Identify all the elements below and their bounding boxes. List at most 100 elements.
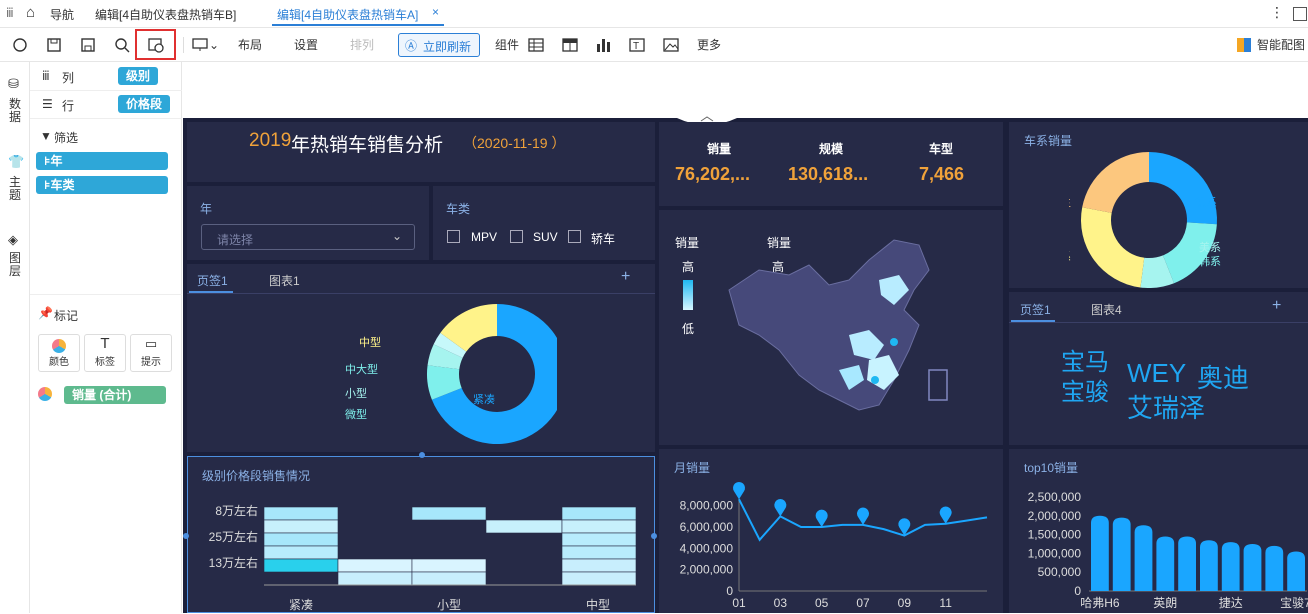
dataset-refresh-icon[interactable] — [147, 36, 165, 54]
maximize-icon[interactable] — [1293, 7, 1307, 21]
refresh-icon[interactable] — [11, 36, 29, 54]
bar[interactable] — [1200, 540, 1218, 591]
tab-chart4[interactable]: 图表4 — [1091, 301, 1122, 318]
checkbox-mpv[interactable] — [447, 230, 460, 243]
bar[interactable] — [1243, 544, 1262, 591]
heatmap-cell[interactable] — [411, 571, 487, 586]
bar-chart-icon[interactable] — [594, 36, 612, 54]
tab-edit-b[interactable]: 编辑[4自助仪表盘热销车B] — [95, 6, 236, 23]
heatmap-card[interactable]: 级别价格段销售情况 8万左右 25万左右 13万左右 紧凑 小型 中型 — [187, 456, 655, 613]
filter-pill-year[interactable]: ⊧年 — [36, 152, 168, 170]
data-pin[interactable] — [774, 499, 787, 517]
donut-slice[interactable] — [1081, 207, 1145, 288]
tooltip-button[interactable]: ▭ 提示 — [130, 334, 172, 372]
checkbox-suv[interactable] — [510, 230, 523, 243]
donut-slice[interactable] — [1082, 152, 1149, 213]
map-legend-bar-1[interactable] — [683, 280, 693, 310]
data-pin[interactable] — [939, 506, 952, 524]
preview-icon[interactable] — [113, 36, 131, 54]
add-tab-button[interactable]: + — [621, 268, 630, 286]
donut-slice[interactable] — [1149, 152, 1217, 225]
heatmap-cell[interactable] — [263, 519, 339, 534]
heatmap-cell[interactable] — [561, 545, 637, 560]
word-arrizo[interactable]: 艾瑞泽 — [1127, 388, 1205, 425]
heatmap-cell[interactable] — [263, 558, 339, 573]
column-pill[interactable]: 级别 — [118, 67, 159, 85]
heatmap-cell[interactable] — [411, 558, 487, 573]
menu-icon[interactable]: ⅲ — [6, 6, 14, 20]
heatmap-cell[interactable] — [561, 519, 637, 534]
monitor-icon[interactable] — [191, 36, 209, 54]
china-map[interactable] — [719, 230, 959, 430]
bar[interactable] — [1134, 525, 1153, 591]
bar[interactable] — [1156, 536, 1175, 591]
heatmap-cell[interactable] — [263, 506, 339, 521]
color-button[interactable]: 颜色 — [38, 334, 80, 372]
database-icon[interactable]: ⛁ — [8, 76, 19, 92]
save-icon[interactable] — [45, 36, 63, 54]
image-icon[interactable] — [662, 36, 680, 54]
layout-menu[interactable]: 布局 — [238, 34, 262, 56]
row-pill[interactable]: 价格段 — [118, 95, 171, 113]
sort-menu[interactable]: 排列 — [350, 34, 374, 56]
save-as-icon[interactable] — [79, 36, 97, 54]
nav-data[interactable]: 数据 — [9, 98, 21, 124]
heatmap-cell[interactable] — [561, 558, 637, 573]
word-baojun[interactable]: 宝骏 — [1061, 372, 1109, 407]
bar[interactable] — [1221, 542, 1240, 591]
measure-pill[interactable]: 销量 (合计) — [64, 386, 166, 404]
brand-donut-chart[interactable]: 德系韩系美系日系 自主 — [1069, 152, 1249, 288]
smart-chart-button[interactable]: 智能配图 — [1257, 34, 1305, 56]
layers-icon[interactable]: ◈ — [8, 232, 18, 248]
resize-handle[interactable] — [419, 452, 425, 458]
chevron-down-icon[interactable]: ⌄ — [209, 34, 219, 56]
checkbox-sedan[interactable] — [568, 230, 581, 243]
data-pin[interactable] — [815, 509, 828, 527]
tab-chart1[interactable]: 图表1 — [269, 272, 300, 289]
shirt-icon[interactable]: 👕 — [8, 154, 24, 170]
table-icon[interactable] — [527, 36, 545, 54]
heatmap-cell[interactable] — [561, 532, 637, 547]
top10-bar-chart[interactable]: 2,500,000 2,000,000 1,500,000 1,000,000 500,… — [1009, 475, 1308, 613]
tab-page1[interactable]: 页签1 — [197, 272, 228, 289]
nav-layers[interactable]: 图层 — [9, 252, 21, 278]
bar[interactable] — [1178, 536, 1196, 591]
filter-pill-cartype[interactable]: ⊧车类 — [36, 176, 168, 194]
more-vert-icon[interactable]: ⋮ — [1270, 4, 1284, 21]
refresh-now-button[interactable]: Ⓐ 立即刷新 — [398, 33, 480, 57]
tab-page1-b[interactable]: 页签1 — [1020, 301, 1051, 318]
word-wey[interactable]: WEY — [1127, 358, 1186, 389]
heatmap-cell[interactable] — [485, 519, 563, 534]
crosstab-icon[interactable] — [561, 36, 579, 54]
nav-theme[interactable]: 主题 — [9, 176, 21, 202]
bar[interactable] — [1265, 545, 1284, 591]
heatmap-cell[interactable] — [263, 532, 339, 547]
monthly-line-chart[interactable]: 8,000,0006,000,0004,000,0002,000,000001 0… — [659, 475, 1003, 613]
resize-handle[interactable] — [183, 533, 189, 539]
heatmap-cell[interactable] — [337, 558, 413, 573]
heatmap-cell[interactable] — [411, 506, 487, 521]
year-select[interactable]: 请选择 ⌄ — [201, 224, 415, 250]
tab-edit-a[interactable]: 编辑[4自助仪表盘热销车A] — [277, 6, 418, 23]
settings-menu[interactable]: 设置 — [294, 34, 318, 56]
nav-tab[interactable]: 导航 — [50, 6, 74, 23]
heatmap-cell[interactable] — [561, 506, 637, 521]
bar[interactable] — [1112, 517, 1131, 591]
label-button[interactable]: T 标签 — [84, 334, 126, 372]
bar[interactable] — [1091, 515, 1109, 591]
data-pin[interactable] — [733, 481, 745, 500]
add-tab-button[interactable]: + — [1272, 297, 1281, 315]
level-donut-chart[interactable]: 紧凑微型 小型 中大型 中型 — [297, 298, 557, 450]
close-icon[interactable]: × — [432, 5, 439, 19]
heatmap-chart[interactable]: 8万左右 25万左右 13万左右紧凑 小型 中型 — [188, 487, 656, 614]
heatmap-cell[interactable] — [561, 571, 637, 586]
heatmap-cell[interactable] — [337, 571, 413, 586]
bar[interactable] — [1287, 551, 1305, 591]
data-pin[interactable] — [857, 507, 869, 525]
heatmap-cell[interactable] — [263, 545, 339, 560]
more-menu[interactable]: 更多 — [697, 34, 721, 56]
home-icon[interactable]: ⌂ — [26, 4, 35, 21]
smart-chart-icon[interactable] — [1237, 38, 1251, 52]
text-icon[interactable]: T — [628, 36, 646, 54]
resize-handle[interactable] — [651, 533, 657, 539]
